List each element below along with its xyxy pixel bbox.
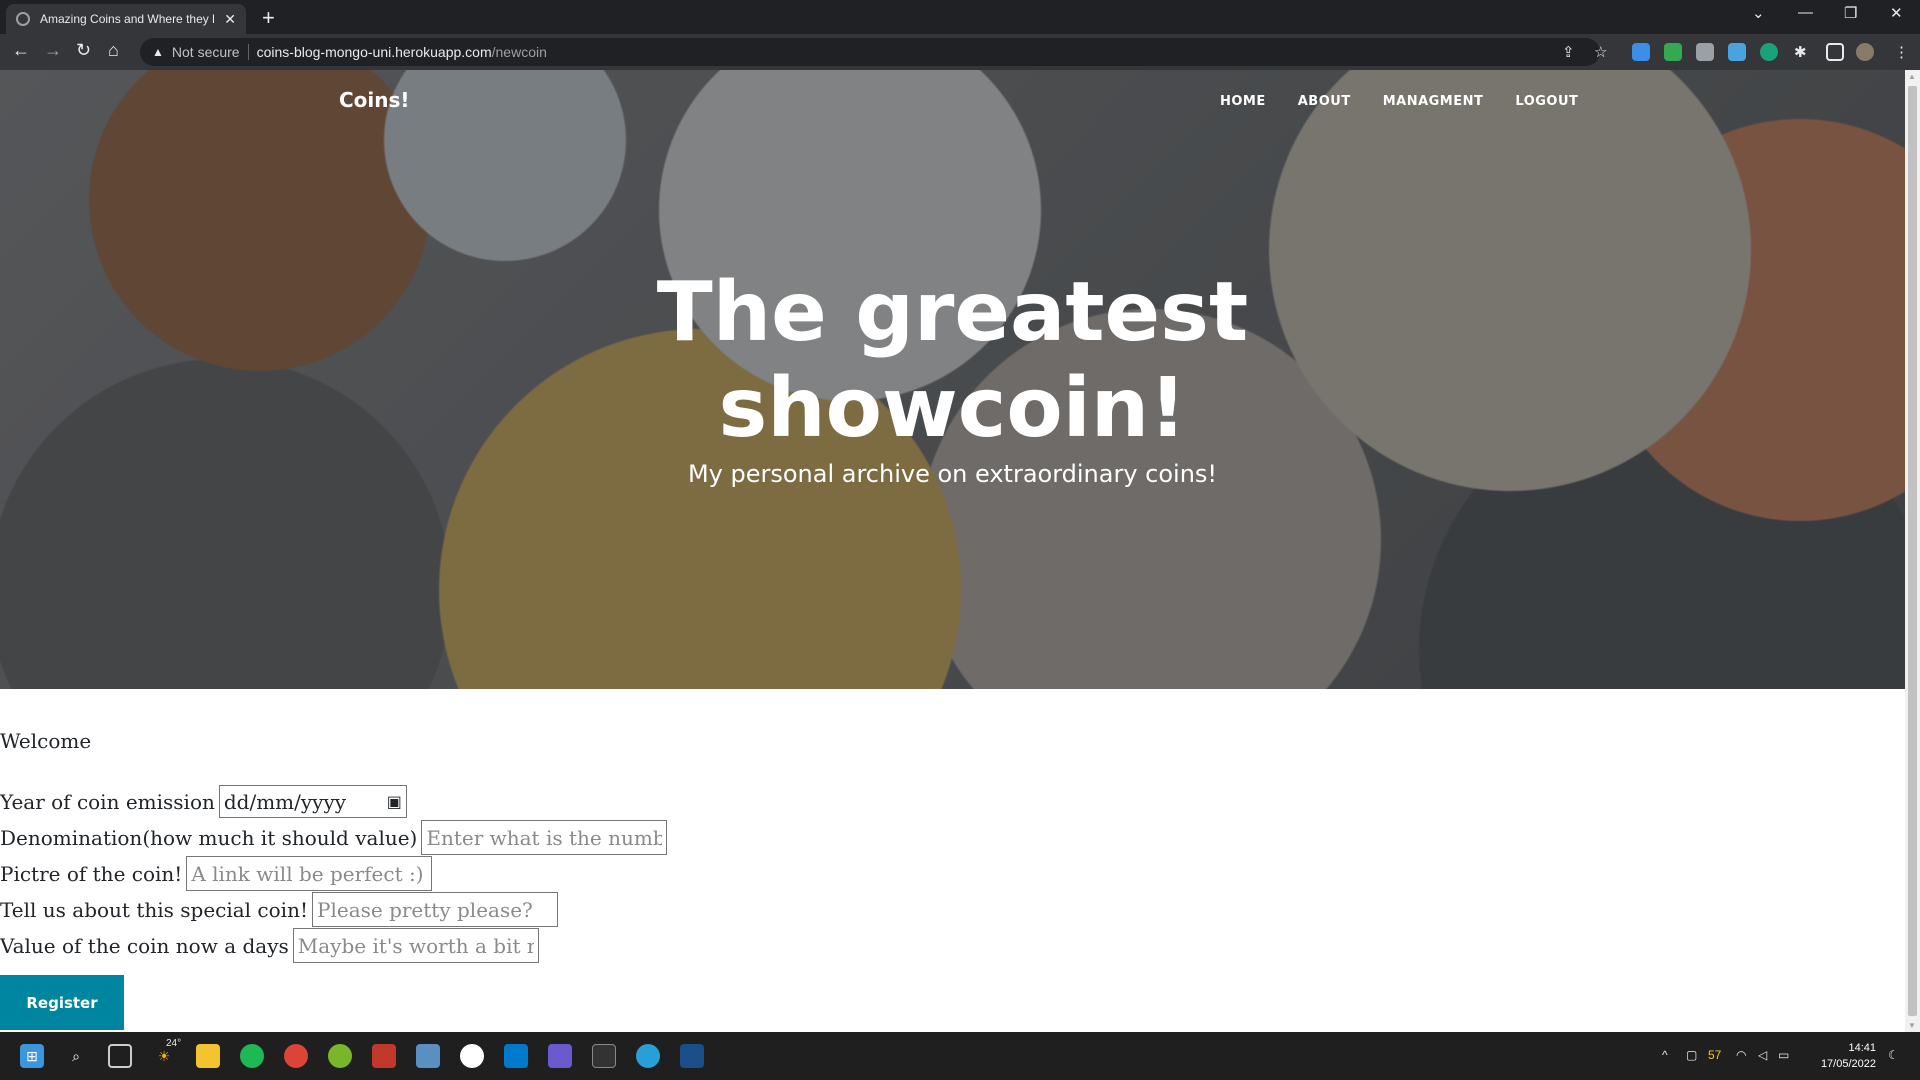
- tray-chevron-icon[interactable]: ^: [1662, 1048, 1668, 1062]
- battery-level: 57: [1708, 1048, 1722, 1062]
- tray-app-icon[interactable]: ▢: [1686, 1048, 1697, 1062]
- globe-icon: [16, 12, 30, 26]
- url-path: /newcoin: [491, 44, 547, 60]
- windows-taskbar: ⊞ ⌕ ☀ 24° ^ ▢ 57 ◠ ◁ ▭ 14:41 17/05/2022 …: [0, 1032, 1920, 1080]
- menu-kebab-icon[interactable]: ⋮: [1894, 43, 1909, 61]
- terminal-icon[interactable]: [592, 1044, 616, 1068]
- avatar[interactable]: [1856, 43, 1874, 61]
- hero-header: Coins! HOME ABOUT MANAGMENT LOGOUT The g…: [0, 70, 1905, 689]
- task-view-icon[interactable]: [108, 1044, 132, 1068]
- nav-about[interactable]: ABOUT: [1298, 94, 1351, 109]
- spotify-icon[interactable]: [240, 1044, 264, 1068]
- extension-icon[interactable]: [1632, 43, 1650, 61]
- scroll-down-icon[interactable]: ▼: [1908, 1021, 1916, 1030]
- denomination-input[interactable]: [421, 820, 668, 855]
- reload-icon[interactable]: ↻: [76, 40, 91, 61]
- app-icon[interactable]: [372, 1044, 396, 1068]
- register-button[interactable]: Register: [0, 975, 124, 1030]
- welcome-text: Welcome: [0, 729, 92, 753]
- new-tab-button[interactable]: +: [262, 5, 275, 31]
- year-row: Year of coin emission dd/mm/yyyy ▣: [0, 785, 407, 818]
- vscode-icon[interactable]: [504, 1044, 528, 1068]
- main-nav: HOME ABOUT MANAGMENT LOGOUT: [1220, 94, 1578, 109]
- windows-start-icon[interactable]: ⊞: [20, 1044, 44, 1068]
- page-scrollbar[interactable]: ▲ ▼: [1905, 70, 1920, 1032]
- year-date-value: dd/mm/yyyy: [223, 789, 347, 814]
- site-brand[interactable]: Coins!: [339, 88, 410, 112]
- new-coin-form: Welcome Year of coin emission dd/mm/yyyy…: [0, 689, 1905, 1032]
- notification-icon[interactable]: ☾: [1888, 1048, 1899, 1062]
- hero-title: The greatest showcoin!: [0, 265, 1905, 457]
- calendar-icon[interactable]: ▣: [387, 792, 402, 811]
- close-tab-icon[interactable]: ✕: [224, 11, 236, 28]
- home-icon[interactable]: ⌂: [108, 40, 119, 61]
- browser-tab[interactable]: Amazing Coins and Where they l ✕: [6, 4, 246, 34]
- hero-title-line1: The greatest: [656, 265, 1249, 360]
- denomination-label: Denomination(how much it should value): [0, 825, 418, 850]
- minimize-icon[interactable]: —: [1798, 4, 1813, 21]
- story-input[interactable]: [312, 892, 558, 927]
- app-icon[interactable]: [416, 1044, 440, 1068]
- clock-time: 14:41: [1848, 1042, 1876, 1054]
- file-explorer-icon[interactable]: [196, 1044, 220, 1068]
- picture-row: Pictre of the coin!: [0, 856, 433, 891]
- system-clock[interactable]: 14:41 17/05/2022: [1792, 1040, 1876, 1072]
- url-host: coins-blog-mongo-uni.herokuapp.com: [256, 44, 492, 60]
- app-icon[interactable]: [636, 1044, 660, 1068]
- year-date-input[interactable]: dd/mm/yyyy ▣: [218, 785, 407, 818]
- restore-icon[interactable]: ❐: [1844, 4, 1857, 22]
- utorrent-icon[interactable]: [328, 1044, 352, 1068]
- tab-search-icon[interactable]: ⌄: [1752, 4, 1765, 22]
- tab-title: Amazing Coins and Where they l: [40, 12, 215, 26]
- window-close-icon[interactable]: ✕: [1890, 4, 1903, 22]
- scrollbar-thumb[interactable]: [1908, 86, 1917, 1016]
- hero-subtitle: My personal archive on extraordinary coi…: [687, 460, 1218, 488]
- nav-logout[interactable]: LOGOUT: [1515, 94, 1578, 109]
- divider: [247, 44, 249, 60]
- scroll-up-icon[interactable]: ▲: [1908, 72, 1916, 81]
- share-icon[interactable]: ⇪: [1562, 43, 1575, 61]
- value-label: Value of the coin now a days: [0, 933, 289, 958]
- value-row: Value of the coin now a days: [0, 928, 539, 963]
- nav-home[interactable]: HOME: [1220, 94, 1266, 109]
- story-label: Tell us about this special coin!: [0, 897, 308, 922]
- puzzle-icon[interactable]: ✱: [1794, 43, 1807, 61]
- bookmark-star-icon[interactable]: ☆: [1594, 43, 1607, 61]
- hero-title-line2: showcoin!: [718, 361, 1187, 456]
- back-icon[interactable]: ←: [12, 40, 30, 61]
- picture-label: Pictre of the coin!: [0, 861, 183, 886]
- value-input[interactable]: [292, 928, 539, 963]
- wifi-icon[interactable]: ◠: [1736, 1048, 1746, 1062]
- app-icon[interactable]: [460, 1044, 484, 1068]
- address-bar[interactable]: ▲ Not secure coins-blog-mongo-uni.heroku…: [140, 38, 1600, 66]
- forward-icon[interactable]: →: [44, 40, 62, 61]
- app-icon[interactable]: [680, 1044, 704, 1068]
- security-label[interactable]: Not secure: [172, 44, 240, 60]
- weather-temp: 24°: [166, 1038, 182, 1049]
- drive-extension-icon[interactable]: [1664, 43, 1682, 61]
- extension-icon[interactable]: [1696, 43, 1714, 61]
- search-icon[interactable]: ⌕: [64, 1044, 88, 1068]
- extension-icon[interactable]: [1760, 43, 1778, 61]
- chrome-icon[interactable]: [284, 1044, 308, 1068]
- browser-tab-strip: Amazing Coins and Where they l ✕ + ⌄ — ❐…: [0, 0, 1920, 34]
- hero-content: Coins! HOME ABOUT MANAGMENT LOGOUT The g…: [0, 70, 1905, 689]
- app-icon[interactable]: [548, 1044, 572, 1068]
- side-panel-icon[interactable]: [1826, 43, 1844, 61]
- picture-input[interactable]: [186, 856, 433, 891]
- page-viewport: Coins! HOME ABOUT MANAGMENT LOGOUT The g…: [0, 70, 1905, 1032]
- battery-icon[interactable]: ▭: [1778, 1048, 1789, 1062]
- story-row: Tell us about this special coin!: [0, 892, 558, 927]
- year-label: Year of coin emission: [0, 789, 215, 814]
- extension-icon[interactable]: [1728, 43, 1746, 61]
- denomination-row: Denomination(how much it should value): [0, 820, 668, 855]
- nav-management[interactable]: MANAGMENT: [1383, 94, 1484, 109]
- volume-muted-icon[interactable]: ◁: [1758, 1048, 1767, 1062]
- warning-icon[interactable]: ▲: [152, 45, 164, 59]
- browser-toolbar: ← → ↻ ⌂ ▲ Not secure coins-blog-mongo-un…: [0, 34, 1920, 70]
- clock-date: 17/05/2022: [1820, 1058, 1876, 1070]
